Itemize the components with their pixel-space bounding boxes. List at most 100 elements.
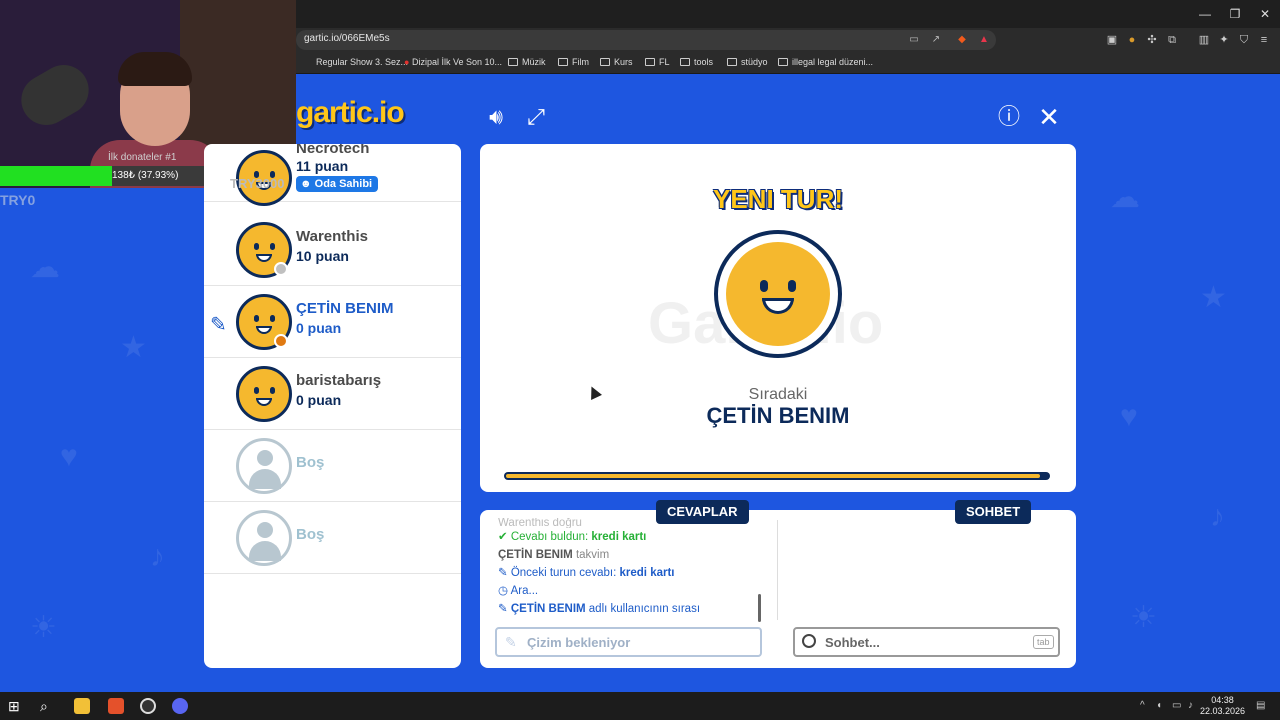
close-window-icon[interactable]: ✕ [1250, 4, 1280, 24]
share-icon[interactable]: ⤢ [523, 104, 549, 130]
bookmark-label: tools [694, 57, 714, 67]
avatar-eye [270, 243, 275, 250]
extension-icon[interactable]: ▣ [1106, 34, 1118, 46]
puzzle-icon[interactable]: ✣ [1146, 34, 1158, 46]
notification-icon[interactable]: ▤ [1256, 700, 1265, 711]
round-timer-fill [506, 474, 1040, 478]
clock-time: 04:38 [1211, 695, 1234, 705]
drawing-board[interactable]: Gartic.io YENI TUR! Sıradaki ÇETİN BENIM [480, 144, 1076, 492]
guess-author: ÇETİN BENIM [498, 549, 573, 561]
answer-line: ÇETİN BENIM takvim [498, 546, 768, 564]
tab-chat[interactable]: SOHBET [955, 500, 1032, 524]
doodle-star-icon: ★ [1200, 281, 1227, 314]
player-row[interactable]: Necrotech 11 puan TRY3000 ☻ Oda Sahibi [204, 144, 461, 206]
donation-goal-text: 138₺ (37.93%) [112, 170, 179, 181]
address-bar[interactable]: gartic.io/066EMe5s ▭ ↗ ◆ ▲ [296, 30, 996, 50]
player-row[interactable]: baristabarış 0 puan [204, 358, 461, 430]
bookmark-item[interactable]: Regular Show 3. Sez... [316, 57, 408, 67]
tray-chevron-icon[interactable]: ^ [1140, 700, 1145, 711]
player-status-dot [274, 334, 288, 348]
bookmark-folder[interactable]: stüdyo [727, 57, 768, 67]
user-silhouette-icon [257, 450, 273, 466]
chat-input[interactable]: Sohbet... tab [793, 627, 1060, 657]
system-clock[interactable]: 04:38 22.03.2026 [1200, 695, 1245, 717]
previous-answer-word: kredi kartı [619, 567, 675, 579]
player-row[interactable]: Warenthis 10 puan [204, 214, 461, 286]
discord-icon[interactable] [172, 698, 188, 714]
player-name: Warenthis [296, 228, 368, 245]
answers-scrollbar[interactable] [758, 594, 761, 622]
bookmark-folder[interactable]: tools [680, 57, 713, 67]
next-label: Sıradaki [748, 386, 808, 403]
avatar-mouth [256, 326, 272, 334]
obs-icon[interactable] [140, 698, 156, 714]
gartic-logo[interactable]: gartic.io [296, 96, 405, 130]
brave-browser-icon[interactable] [108, 698, 124, 714]
chat-input-placeholder: Sohbet... [825, 635, 880, 650]
volume-icon[interactable]: ◖ [1156, 700, 1162, 711]
network-icon[interactable]: ▭ [1172, 700, 1181, 711]
windows-start-icon[interactable]: ⊞ [8, 698, 24, 714]
player-list: Necrotech 11 puan TRY3000 ☻ Oda Sahibi W… [204, 144, 461, 668]
sound-icon[interactable]: 🔊︎ [483, 104, 509, 130]
close-icon[interactable]: ✕ [1036, 104, 1062, 130]
bookmark-folder[interactable]: Film [558, 57, 589, 67]
bookmark-folder[interactable]: illegal legal düzeni... [778, 57, 873, 67]
chat-panel: Warenthis doğru ✔ Cevabı buldun: kredi k… [480, 510, 1076, 668]
turn-player: ÇETİN BENIM [510, 603, 586, 615]
clock-date: 22.03.2026 [1200, 706, 1246, 716]
share-page-icon[interactable]: ↗ [930, 34, 942, 46]
answer-input[interactable]: ✎ Çizim bekleniyor [495, 627, 762, 657]
sidebar-icon[interactable]: ▥ [1198, 34, 1210, 46]
minimize-icon[interactable]: — [1190, 4, 1220, 24]
avatar-eye [270, 315, 275, 322]
speaker-icon[interactable]: ♪ [1188, 700, 1193, 711]
file-explorer-icon[interactable] [74, 698, 90, 714]
answers-log: Warenthis doğru ✔ Cevabı buldun: kredi k… [498, 518, 768, 618]
bookmark-folder[interactable]: Kurs [600, 57, 633, 67]
brave-shield-icon[interactable]: ◆ [956, 34, 968, 46]
menu-icon[interactable]: ≡ [1258, 34, 1270, 46]
taskbar: ⊞ ⌕ ^ ◖ ▭ ♪ 04:38 22.03.2026 ▤ [0, 692, 1280, 720]
folder-icon [680, 58, 690, 66]
cookie-icon[interactable]: ● [1126, 34, 1138, 46]
empty-slot: Boş [204, 430, 461, 502]
cast-icon[interactable]: ▭ [908, 34, 920, 46]
pencil-icon: ✎ [505, 634, 517, 650]
maximize-icon[interactable]: ❐ [1220, 4, 1250, 24]
info-icon[interactable]: ⓘ [996, 104, 1022, 130]
bookmark-item[interactable]: ● Dizipal İlk Ve Son 10... [404, 57, 502, 67]
answer-found-prefix: Cevabı buldun: [510, 531, 592, 543]
url-text[interactable]: gartic.io/066EMe5s [304, 33, 390, 44]
doodle-sun-icon: ☀ [1130, 601, 1157, 634]
panel-divider [777, 520, 778, 620]
ai-icon[interactable]: ✦ [1218, 34, 1230, 46]
room-owner-badge: ☻ Oda Sahibi [296, 176, 379, 192]
tab-answers[interactable]: CEVAPLAR [656, 500, 749, 524]
avatar-eye [254, 315, 259, 322]
folder-icon [778, 58, 788, 66]
bookmark-folder[interactable]: Müzik [508, 57, 546, 67]
turn-suffix: adlı kullanıcının sırası [585, 603, 701, 615]
bookmark-label: Kurs [614, 57, 633, 67]
chat-bubble-icon [802, 634, 816, 648]
rewards-icon[interactable]: ▲ [978, 34, 990, 46]
vpn-icon[interactable]: ⛉ [1238, 34, 1250, 46]
folder-icon [558, 58, 568, 66]
empty-slot: Boş [204, 502, 461, 574]
answer-found-word: kredi kartı [591, 531, 647, 543]
bookmark-label: Müzik [522, 57, 546, 67]
answer-line: ✔ Cevabı buldun: kredi kartı [498, 528, 768, 546]
search-icon[interactable]: ⌕ [40, 698, 56, 714]
check-icon: ✔ [498, 531, 508, 543]
microphone-image [12, 55, 98, 135]
avatar-eye [760, 280, 768, 292]
user-silhouette-body [249, 469, 281, 489]
player-name: baristabarış [296, 372, 382, 389]
bookmark-label: stüdyo [741, 57, 768, 67]
player-avatar [236, 366, 292, 422]
screenshot-icon[interactable]: ⧉ [1166, 34, 1178, 46]
doodle-music-icon: ♪ [150, 540, 165, 573]
bookmark-folder[interactable]: FL [645, 57, 670, 67]
player-row-active[interactable]: ✎ ÇETİN BENIM 0 puan [204, 286, 461, 358]
